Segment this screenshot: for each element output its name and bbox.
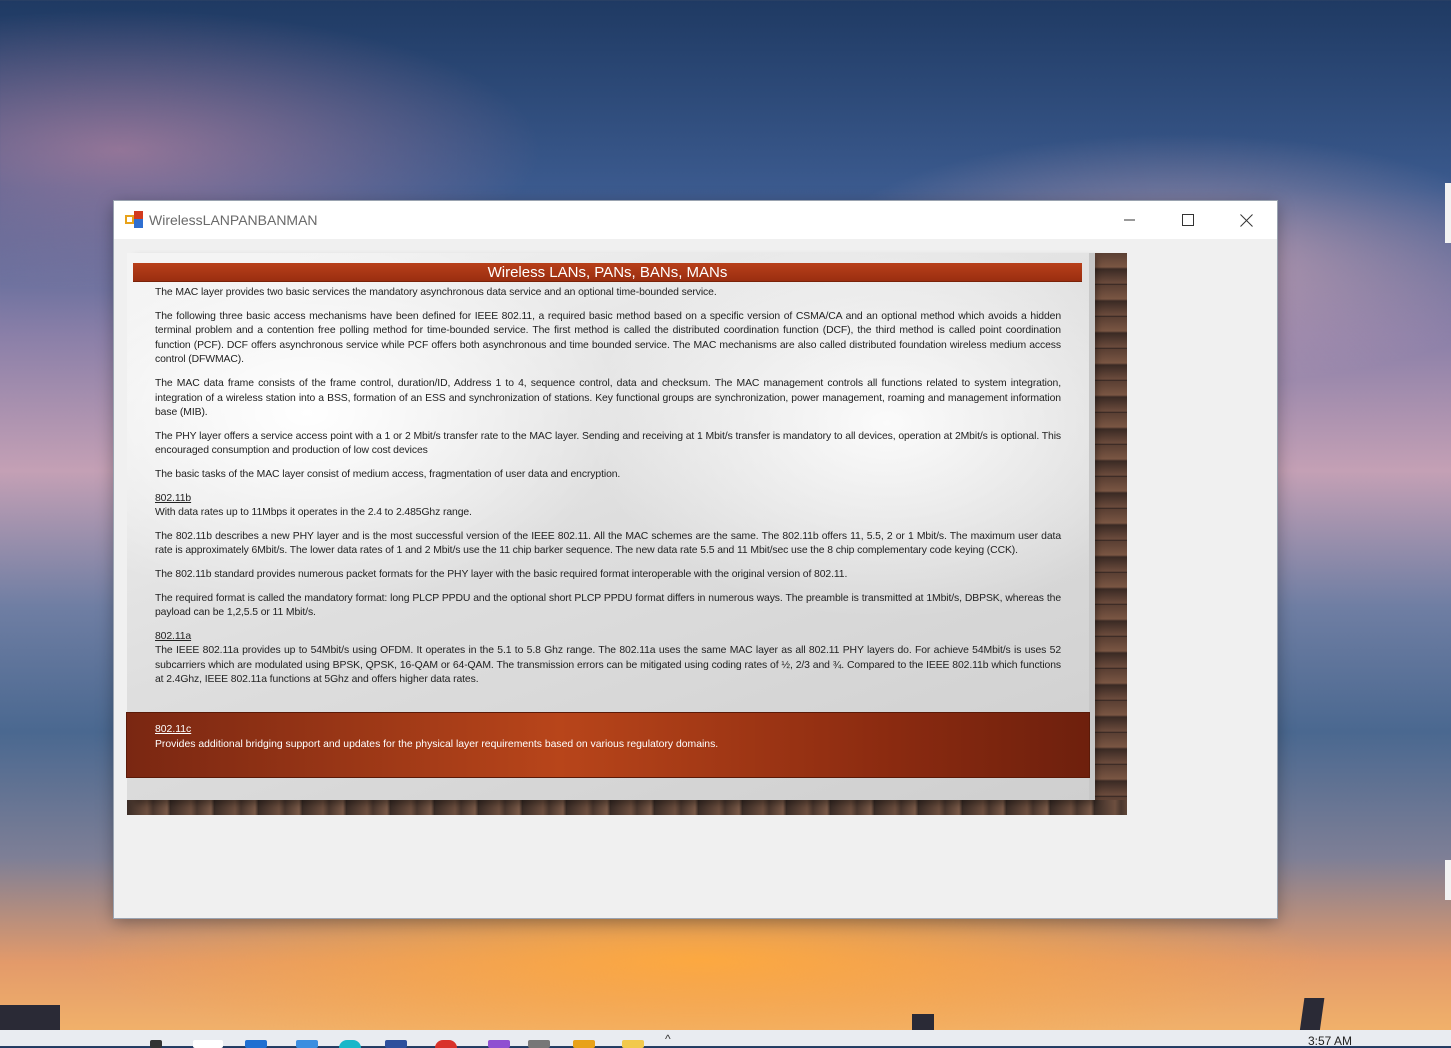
brick-background (127, 800, 1127, 815)
taskbar-app-icon[interactable] (193, 1040, 223, 1048)
taskbar-app-icon[interactable] (385, 1040, 407, 1048)
minimize-icon (1124, 219, 1135, 221)
close-icon (1239, 213, 1253, 227)
taskbar-app-icon[interactable] (435, 1040, 457, 1048)
section-heading-802-11a: 802.11a (155, 630, 192, 642)
window-title: WirelessLANPANBANMAN (149, 212, 318, 228)
taskbar-app-icon[interactable] (488, 1040, 510, 1048)
taskbar-app-icon[interactable] (573, 1040, 595, 1048)
paragraph: With data rates up to 11Mbps it operates… (155, 507, 472, 519)
paragraph: The 802.11b describes a new PHY layer an… (155, 530, 1061, 557)
slide-footer-band: 802.11c Provides additional bridging sup… (127, 713, 1089, 777)
slide-body: The MAC layer provides two basic service… (155, 286, 1061, 697)
title-bar[interactable]: WirelessLANPANBANMAN (114, 201, 1277, 239)
taskbar-app-icon[interactable] (245, 1040, 267, 1048)
app-window: WirelessLANPANBANMAN Wireless LANs, PANs… (114, 201, 1277, 918)
close-button[interactable] (1217, 201, 1275, 239)
paragraph: Provides additional bridging support and… (155, 738, 719, 750)
search-icon[interactable] (150, 1040, 162, 1048)
background-window-edge (1445, 860, 1451, 900)
paragraph: The basic tasks of the MAC layer consist… (155, 468, 621, 480)
taskbar-app-icon[interactable] (339, 1040, 361, 1048)
footer-text: 802.11c Provides additional bridging sup… (155, 723, 1055, 752)
slide-picture: Wireless LANs, PANs, BANs, MANs The MAC … (127, 253, 1127, 815)
slide-content-panel: Wireless LANs, PANs, BANs, MANs The MAC … (127, 253, 1089, 800)
brick-background (1089, 253, 1127, 815)
section-heading-802-11b: 802.11b (155, 492, 192, 504)
taskbar: ^ (0, 1030, 1451, 1048)
paragraph: The 802.11b standard provides numerous p… (155, 568, 848, 580)
minimize-button[interactable] (1101, 201, 1159, 239)
desktop-wallpaper-crane (1299, 998, 1325, 1032)
chevron-up-icon[interactable]: ^ (665, 1032, 687, 1046)
slide-heading: Wireless LANs, PANs, BANs, MANs (133, 263, 1082, 281)
paragraph: The MAC data frame consists of the frame… (155, 377, 1061, 419)
taskbar-app-icon[interactable] (528, 1040, 550, 1048)
taskbar-app-icon[interactable] (622, 1040, 644, 1048)
paragraph: The IEEE 802.11a provides up to 54Mbit/s… (155, 645, 1061, 686)
maximize-icon (1182, 214, 1194, 226)
paragraph: The required format is called the mandat… (155, 592, 1061, 619)
section-heading-802-11c: 802.11c (155, 724, 192, 735)
app-icon (125, 211, 143, 228)
maximize-button[interactable] (1159, 201, 1217, 239)
paragraph: The MAC layer provides two basic service… (155, 287, 717, 298)
paragraph: The following three basic access mechani… (155, 310, 1061, 366)
paragraph: The PHY layer offers a service access po… (155, 430, 1061, 457)
background-window-edge (1445, 183, 1451, 243)
taskbar-app-icon[interactable] (296, 1040, 318, 1048)
